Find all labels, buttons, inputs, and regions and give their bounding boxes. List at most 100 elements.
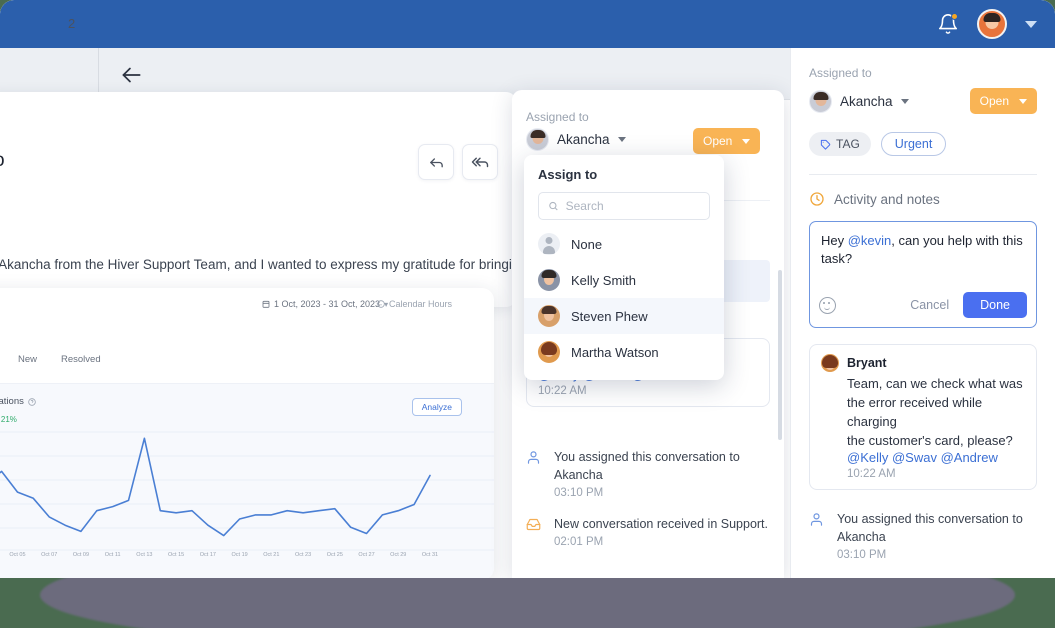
- chart-x-tick: Oct 05: [9, 552, 26, 558]
- note-line-3: the customer's card, please?: [847, 433, 1013, 448]
- mid-feed-text: You assigned this conversation to Akanch…: [554, 450, 740, 482]
- note-author-name: Bryant: [847, 356, 887, 370]
- notification-badge-dot: [951, 13, 958, 20]
- tag-urgent[interactable]: Urgent: [880, 132, 947, 156]
- reply-all-icon: [471, 157, 489, 168]
- mid-assigned-to-label: Assigned to: [526, 110, 589, 124]
- note-composer-text[interactable]: Hey @kevin, can you help with this task?: [810, 222, 1036, 278]
- note-composer[interactable]: Hey @kevin, can you help with this task?…: [809, 221, 1037, 328]
- clock-history-icon: [810, 192, 824, 206]
- analytics-date-range-label: 1 Oct, 2023 - 31 Oct, 2023: [274, 299, 381, 309]
- activity-section-header: Activity and notes: [809, 191, 1037, 207]
- sidebar-status-dropdown[interactable]: Open: [969, 88, 1037, 114]
- note-mentions[interactable]: @Kelly @Swav @Andrew: [847, 450, 1025, 465]
- notifications-bell-icon[interactable]: [937, 13, 959, 35]
- analytics-report-card: 15 1 Oct, 2023 - 31 Oct, 2023 ▾ Calendar…: [0, 288, 494, 578]
- chart-x-tick: Oct 11: [104, 552, 121, 558]
- reply-button[interactable]: [418, 144, 454, 180]
- sidebar-assignee-chevron-down-icon: [900, 98, 909, 104]
- sidebar-divider: [809, 174, 1037, 175]
- user-avatar[interactable]: [977, 9, 1007, 39]
- assign-search-input[interactable]: [565, 199, 700, 213]
- mid-assignee-selector[interactable]: Akancha: [526, 128, 626, 151]
- mid-feed-item-received: New conversation received in Support. 02…: [526, 515, 770, 548]
- conversations-line-chart: [0, 431, 494, 551]
- sidebar-assigned-to-label: Assigned to: [809, 66, 872, 80]
- note-mention: @kevin: [847, 233, 892, 248]
- assign-option-none[interactable]: None: [524, 226, 724, 262]
- inbox-icon: [526, 515, 543, 548]
- note-timestamp: 10:22 AM: [847, 468, 896, 480]
- assign-to-dropdown: Assign to None Kelly Smith Steven Phew: [524, 155, 724, 380]
- message-card: [0, 92, 516, 307]
- assign-option-label: None: [571, 236, 603, 252]
- analytics-toolbar: 15 1 Oct, 2023 - 31 Oct, 2023 ▾ Calendar…: [0, 298, 494, 320]
- message-subject: o: [0, 150, 5, 172]
- assign-search-field[interactable]: [538, 192, 710, 220]
- chart-gridlines: [0, 431, 494, 551]
- done-note-button[interactable]: Done: [963, 292, 1027, 318]
- chart-x-tick: Oct 31: [421, 552, 439, 558]
- chart-x-tick: Oct 15: [168, 552, 185, 558]
- mid-assignee-chevron-down-icon: [617, 137, 626, 142]
- assign-option-avatar: [538, 305, 560, 327]
- user-menu-chevron-down-icon[interactable]: [1025, 20, 1037, 28]
- assign-option-avatar: [538, 269, 560, 291]
- sidebar-assignee-selector[interactable]: Akancha: [809, 89, 909, 113]
- add-tag-button[interactable]: TAG: [809, 132, 871, 156]
- mid-feed-time: 03:10 PM: [554, 487, 604, 499]
- assign-option-label: Steven Phew: [571, 308, 648, 324]
- analytics-date-range-picker[interactable]: 1 Oct, 2023 - 31 Oct, 2023 ▾: [262, 299, 388, 309]
- chart-title: onversations: [0, 396, 36, 407]
- conversation-details-sidebar: Assigned to Akancha Open TAG Urgent Acti…: [790, 48, 1055, 578]
- conversations-chart-panel: onversations 8 + 21% Analyze: [0, 383, 494, 578]
- conversation-count: 2: [68, 16, 76, 31]
- search-icon: [549, 201, 558, 211]
- activity-section-label: Activity and notes: [834, 191, 940, 207]
- chart-x-tick: Oct 13: [136, 552, 153, 558]
- app-window: 2 o Mon, 18 Sep, 10:15 AM . I'm Akancha …: [0, 0, 1055, 578]
- mid-status-label: Open: [703, 134, 733, 148]
- tab-resolved[interactable]: Resolved: [61, 354, 101, 365]
- chart-x-tick: Oct 21: [263, 552, 280, 558]
- tag-icon: [820, 139, 831, 150]
- assign-option-label: Kelly Smith: [571, 272, 637, 288]
- mid-panel-scrollbar[interactable]: [778, 270, 782, 440]
- assign-option-avatar-none: [538, 233, 560, 255]
- sidebar-feed-text: You assigned this conversation to Akanch…: [837, 512, 1023, 544]
- analytics-tab-strip: New Resolved: [0, 354, 494, 374]
- assign-option-avatar: [538, 341, 560, 363]
- mid-status-dropdown[interactable]: Open: [693, 128, 761, 154]
- tab-new[interactable]: New: [18, 354, 37, 365]
- emoji-icon[interactable]: [819, 296, 836, 314]
- sidebar-feed-time: 03:10 PM: [837, 549, 887, 561]
- note-line-1: Team, can we check what was: [847, 376, 1023, 391]
- analyze-button[interactable]: Analyze: [411, 398, 462, 416]
- chart-x-tick: Oct 09: [72, 552, 90, 558]
- note-text-before: Hey: [821, 233, 848, 248]
- chart-x-tick: Oct 29: [390, 552, 407, 558]
- cancel-note-button[interactable]: Cancel: [902, 293, 957, 317]
- assign-option-label: Martha Watson: [571, 344, 659, 360]
- chart-x-tick: Oct 19: [231, 552, 248, 558]
- assign-option-steven-phew[interactable]: Steven Phew: [524, 298, 724, 334]
- mid-assignee-name: Akancha: [557, 132, 610, 147]
- reply-all-button[interactable]: [462, 144, 498, 180]
- chart-series-line: [0, 437, 431, 537]
- chart-x-axis: Oct 01Oct 03Oct 05Oct 07Oct 09Oct 11Oct …: [0, 552, 494, 568]
- chart-x-tick: Oct 23: [294, 552, 312, 558]
- message-body-text: . I'm Akancha from the Hiver Support Tea…: [0, 257, 552, 272]
- person-assign-icon: [526, 448, 543, 499]
- calendar-hours-label: Calendar Hours: [389, 299, 453, 309]
- info-icon: [377, 300, 385, 308]
- mid-feed-item-assigned: You assigned this conversation to Akanch…: [526, 448, 770, 499]
- chart-x-tick: Oct 25: [326, 552, 343, 558]
- back-arrow-icon[interactable]: [118, 62, 144, 88]
- assign-option-martha-watson[interactable]: Martha Watson: [524, 334, 724, 370]
- sidebar-note-card: Bryant Team, can we check what was the e…: [809, 344, 1037, 490]
- chart-x-tick: Oct 07: [41, 552, 58, 558]
- sidebar-assignee-avatar: [809, 89, 832, 113]
- assign-option-kelly-smith[interactable]: Kelly Smith: [524, 262, 724, 298]
- mid-assignee-avatar: [526, 128, 549, 151]
- mid-feed-time: 02:01 PM: [554, 536, 604, 548]
